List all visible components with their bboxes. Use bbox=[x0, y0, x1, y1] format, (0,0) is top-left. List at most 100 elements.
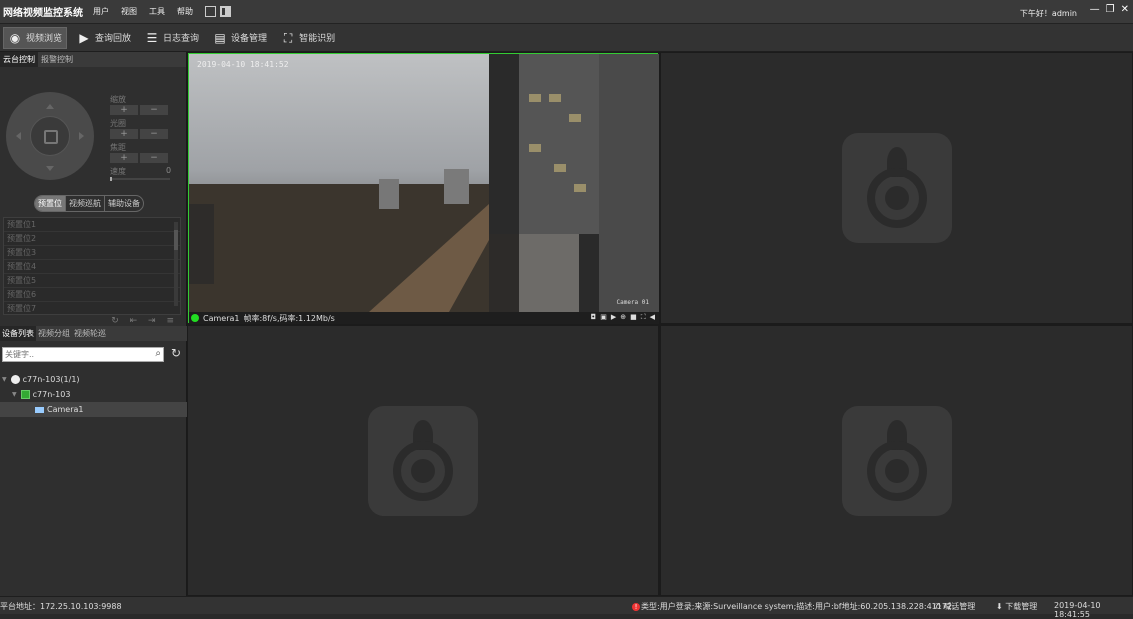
lock-icon bbox=[44, 130, 58, 144]
fullscreen-icon[interactable]: ⛶ bbox=[641, 313, 646, 322]
tab-video-patrol[interactable]: 视频轮巡 bbox=[72, 326, 108, 341]
alert-message[interactable]: ! 类型:用户登录;来源:Surveillance system;描述:用户:bf… bbox=[632, 601, 955, 612]
video-window-2[interactable] bbox=[661, 53, 1132, 323]
ptz-lock-button[interactable] bbox=[30, 116, 70, 156]
tree-node-camera[interactable]: Camera1 bbox=[0, 402, 187, 417]
camera-placeholder-icon bbox=[368, 405, 478, 516]
ptz-tabs: 云台控制 报警控制 bbox=[0, 52, 186, 67]
list-item[interactable]: 预置位2 bbox=[4, 232, 180, 246]
zoom-in-button[interactable]: + bbox=[110, 105, 138, 115]
phone-icon: ✆ bbox=[934, 602, 944, 611]
audio-icon[interactable]: ◀ bbox=[650, 313, 655, 322]
log-query-button[interactable]: ☰ 日志查询 bbox=[141, 27, 203, 49]
focus-label: 焦距 bbox=[110, 143, 126, 152]
playback-button[interactable]: ▶ 查询回放 bbox=[73, 27, 135, 49]
video-icon[interactable]: ■ bbox=[630, 313, 637, 322]
menu-user[interactable]: 用户 bbox=[93, 6, 109, 17]
window-controls: — ❐ ✕ bbox=[1090, 4, 1129, 15]
tab-presets[interactable]: 预置位 bbox=[35, 196, 66, 211]
device-icon: ▤ bbox=[214, 30, 226, 45]
city-scene-image bbox=[189, 54, 659, 312]
download-manage-label: 下载管理 bbox=[1005, 602, 1038, 611]
camera-icon: ◉ bbox=[9, 30, 21, 45]
video-status-bar: Camera1 帧率:8f/s,码率:1.12Mb/s ◘ ▣ ▶ ⊕ ■ ⛶ … bbox=[189, 312, 659, 324]
log-icon: ☰ bbox=[146, 30, 158, 45]
refresh-icon[interactable]: ↻ bbox=[171, 346, 181, 360]
focus-far-button[interactable]: − bbox=[140, 153, 168, 163]
list-item[interactable]: 预置位1 bbox=[4, 218, 180, 232]
tree-node-label: c77n-103(1/1) bbox=[22, 375, 80, 384]
video-feed: 2019-04-10 18:41:52 Camera 01 bbox=[189, 54, 659, 312]
menu-view[interactable]: 视图 bbox=[121, 6, 137, 17]
list-item[interactable]: 预置位7 bbox=[4, 302, 180, 314]
play-icon: ▶ bbox=[79, 30, 89, 45]
tab-cruise[interactable]: 视频巡航 bbox=[66, 196, 105, 211]
device-manage-button[interactable]: ▤ 设备管理 bbox=[209, 27, 271, 49]
preset-scrollbar[interactable] bbox=[174, 222, 178, 306]
ptz-direction-pad[interactable] bbox=[6, 92, 94, 180]
layout-icon[interactable] bbox=[220, 6, 231, 17]
playback-icon[interactable]: ▶ bbox=[611, 313, 616, 322]
stream-stats: 帧率:8f/s,码率:1.12Mb/s bbox=[243, 313, 335, 323]
search-input[interactable] bbox=[3, 348, 143, 361]
tab-ptz-control[interactable]: 云台控制 bbox=[0, 52, 38, 67]
left-panel: 云台控制 报警控制 缩放 + − 光圈 + − 焦距 + − 速度 0 预置位 视频巡… bbox=[0, 52, 187, 596]
search-icon[interactable]: ⌕ bbox=[155, 348, 161, 359]
iris-label: 光圈 bbox=[110, 119, 126, 128]
video-window-3[interactable] bbox=[188, 326, 658, 595]
close-button[interactable]: ✕ bbox=[1121, 4, 1129, 15]
arrow-left-icon[interactable] bbox=[12, 132, 21, 140]
tab-video-group[interactable]: 视频分组 bbox=[36, 326, 72, 341]
iris-open-button[interactable]: + bbox=[110, 129, 138, 139]
preset-tools[interactable]: ↻ ⇤ ⇥ ≡ bbox=[111, 316, 178, 326]
expand-icon[interactable]: ▼ bbox=[2, 372, 7, 387]
menu-bar: 网络视频监控系统 用户 视图 工具 帮助 下午好！admin — ❐ ✕ bbox=[0, 0, 1133, 24]
list-item[interactable]: 预置位5 bbox=[4, 274, 180, 288]
camera-placeholder-icon bbox=[841, 133, 952, 243]
zoom-out-button[interactable]: − bbox=[140, 105, 168, 115]
alert-text: 类型:用户登录;来源:Surveillance system;描述:用户:bf地… bbox=[641, 602, 955, 611]
tree-node-server[interactable]: ▼ c77n-103(1/1) bbox=[0, 372, 187, 387]
tab-alarm-control[interactable]: 报警控制 bbox=[38, 52, 76, 67]
search-box: ⌕ bbox=[2, 347, 164, 362]
expand-icon[interactable]: ▼ bbox=[12, 387, 17, 402]
download-manage-button[interactable]: ⬇ 下载管理 bbox=[996, 601, 1037, 612]
speed-slider[interactable] bbox=[110, 177, 170, 181]
minimize-button[interactable]: — bbox=[1090, 4, 1100, 15]
video-window-4[interactable] bbox=[661, 326, 1132, 595]
arrow-down-icon[interactable] bbox=[46, 166, 54, 175]
focus-controls: + − bbox=[110, 153, 168, 163]
arrow-right-icon[interactable] bbox=[79, 132, 88, 140]
tree-node-nvr[interactable]: ▼ c77n-103 bbox=[0, 387, 187, 402]
status-bar: 平台地址：172.25.10.103:9988 ! 类型:用户登录;来源:Surv… bbox=[0, 596, 1133, 619]
alert-icon: ! bbox=[632, 603, 640, 611]
zoom-controls: + − bbox=[110, 105, 168, 115]
restore-button[interactable]: ❐ bbox=[1106, 4, 1115, 15]
talk-manage-button[interactable]: ✆ 喊话管理 bbox=[934, 601, 975, 612]
list-item[interactable]: 预置位6 bbox=[4, 288, 180, 302]
menu-tools[interactable]: 工具 bbox=[149, 6, 165, 17]
osd-timestamp: 2019-04-10 18:41:52 bbox=[197, 60, 289, 69]
menu-help[interactable]: 帮助 bbox=[177, 6, 193, 17]
camera-icon bbox=[35, 406, 44, 413]
osd-camera-name: Camera 01 bbox=[616, 299, 649, 306]
zoom-icon[interactable]: ⊕ bbox=[620, 313, 626, 322]
speed-label: 速度 bbox=[110, 167, 126, 176]
list-item[interactable]: 预置位4 bbox=[4, 260, 180, 274]
app-title: 网络视频监控系统 bbox=[3, 8, 83, 19]
tab-aux-devices[interactable]: 辅助设备 bbox=[105, 196, 143, 211]
snapshot-icon[interactable]: ◘ bbox=[591, 313, 597, 322]
record-icon[interactable]: ▣ bbox=[600, 313, 607, 322]
arrow-up-icon[interactable] bbox=[46, 100, 54, 109]
video-window-1[interactable]: 2019-04-10 18:41:52 Camera 01 Camera1 帧率… bbox=[188, 53, 659, 324]
list-item[interactable]: 预置位3 bbox=[4, 246, 180, 260]
focus-near-button[interactable]: + bbox=[110, 153, 138, 163]
fullscreen-icon[interactable] bbox=[205, 6, 216, 17]
tab-device-list[interactable]: 设备列表 bbox=[0, 326, 36, 341]
iris-close-button[interactable]: − bbox=[140, 129, 168, 139]
playback-label: 查询回放 bbox=[95, 34, 132, 44]
video-browse-button[interactable]: ◉ 视频浏览 bbox=[3, 26, 68, 49]
smart-recognition-button[interactable]: ⛶ 智能识别 bbox=[277, 27, 339, 49]
zoom-label: 缩放 bbox=[110, 95, 126, 104]
camera-placeholder-icon bbox=[841, 405, 952, 516]
